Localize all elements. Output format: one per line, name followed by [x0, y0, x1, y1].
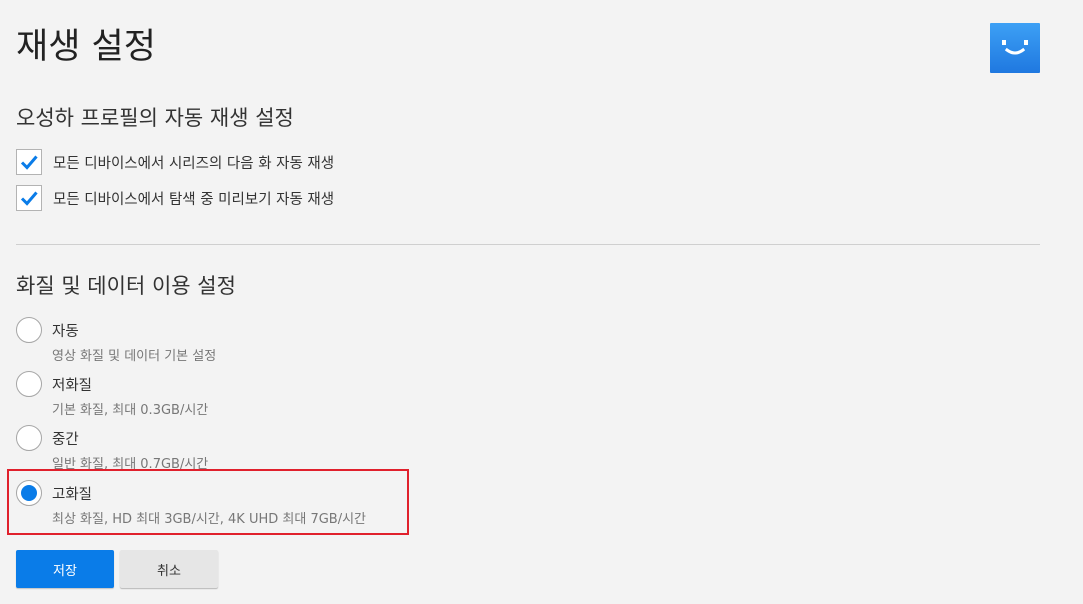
autoplay-previews-checkbox[interactable]: 모든 디바이스에서 탐색 중 미리보기 자동 재생 — [16, 184, 334, 212]
quality-option-high[interactable]: 고화질 최상 화질, HD 최대 3GB/시간, 4K UHD 최대 7GB/시… — [16, 480, 436, 530]
page-title: 재생 설정 — [16, 27, 156, 67]
radio-label: 중간 — [52, 432, 79, 448]
radio-label: 저화질 — [52, 378, 93, 394]
save-button[interactable]: 저장 — [16, 550, 114, 588]
playback-settings-page: 재생 설정 오성하 프로필의 자동 재생 설정 모든 디바이스에서 시리즈의 다… — [0, 0, 1083, 604]
radio-button[interactable] — [16, 425, 42, 451]
radio-description: 영상 화질 및 데이터 기본 설정 — [52, 349, 217, 364]
radio-description: 일반 화질, 최대 0.7GB/시간 — [52, 457, 209, 472]
radio-button-selected[interactable] — [16, 480, 42, 506]
cancel-button[interactable]: 취소 — [120, 550, 218, 588]
radio-button[interactable] — [16, 371, 42, 397]
quality-option-medium[interactable]: 중간 일반 화질, 최대 0.7GB/시간 — [16, 425, 436, 475]
radio-label: 자동 — [52, 324, 79, 340]
checkbox-box[interactable] — [16, 149, 42, 175]
checkbox-label: 모든 디바이스에서 탐색 중 미리보기 자동 재생 — [53, 191, 335, 208]
checkbox-label: 모든 디바이스에서 시리즈의 다음 화 자동 재생 — [53, 155, 335, 172]
profile-avatar[interactable] — [990, 23, 1040, 73]
checkmark-icon — [20, 155, 38, 170]
quality-option-auto[interactable]: 자동 영상 화질 및 데이터 기본 설정 — [16, 317, 436, 367]
smiley-face-icon — [1002, 40, 1028, 55]
radio-label: 고화질 — [52, 487, 93, 503]
radio-button[interactable] — [16, 317, 42, 343]
autoplay-section-title: 오성하 프로필의 자동 재생 설정 — [16, 106, 294, 130]
quality-option-low[interactable]: 저화질 기본 화질, 최대 0.3GB/시간 — [16, 371, 436, 421]
radio-description: 기본 화질, 최대 0.3GB/시간 — [52, 403, 209, 418]
checkbox-box[interactable] — [16, 185, 42, 211]
section-divider — [16, 244, 1040, 245]
radio-description: 최상 화질, HD 최대 3GB/시간, 4K UHD 최대 7GB/시간 — [52, 512, 367, 527]
autoplay-next-episode-checkbox[interactable]: 모든 디바이스에서 시리즈의 다음 화 자동 재생 — [16, 148, 334, 176]
quality-section-title: 화질 및 데이터 이용 설정 — [16, 274, 236, 298]
checkmark-icon — [20, 191, 38, 206]
